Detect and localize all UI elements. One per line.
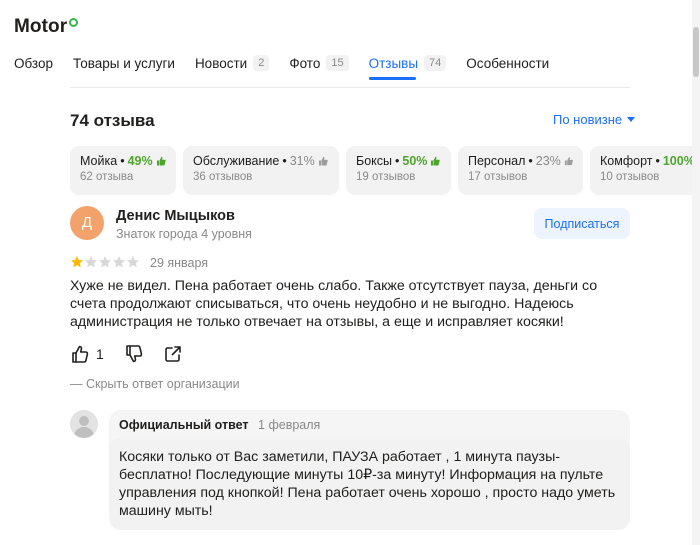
person-icon — [70, 410, 98, 438]
thumb-up-icon — [564, 157, 573, 166]
like-button[interactable]: 1 — [70, 344, 104, 364]
divider — [70, 87, 630, 88]
separator-dot: • — [528, 154, 533, 168]
aspect-name: Комфорт — [600, 154, 653, 168]
aspect-percent: 100% — [662, 154, 692, 168]
aspect-chip[interactable]: Боксы • 50% 19 отзывов — [346, 146, 451, 195]
review-text: Хуже не видел. Пена работает очень слабо… — [70, 278, 598, 330]
thumb-up-icon — [431, 156, 441, 166]
aspect-chip[interactable]: Мойка • 49% 62 отзыва — [70, 146, 176, 195]
review-date: 29 января — [150, 256, 209, 270]
review-author-name[interactable]: Денис Мыцыков — [116, 208, 235, 224]
aspects-carousel: Мойка • 49% 62 отзыва Обслуживание • 31%… — [70, 146, 692, 195]
reviews-count-title: 74 отзыва — [70, 111, 155, 130]
verified-icon — [69, 18, 79, 27]
aspect-reviews-count: 19 отзывов — [356, 171, 416, 183]
share-button[interactable] — [164, 345, 182, 363]
chevron-down-icon — [627, 117, 636, 122]
aspect-reviews-count: 10 отзывов — [600, 171, 660, 183]
tab-label: Товары и услуги — [73, 55, 175, 71]
org-title: Motor — [14, 16, 68, 37]
review-actions: 1 — [70, 344, 182, 364]
tab-count-badge: 74 — [424, 55, 447, 71]
sort-dropdown[interactable]: По новизне — [553, 112, 636, 127]
aspect-percent: 50% — [402, 154, 428, 168]
official-answer: Официальный ответ 1 февраля Косяки тольк… — [109, 410, 630, 530]
answer-text: Косяки только от Вас заметили, ПАУЗА раб… — [119, 449, 616, 519]
tab-label: Особенности — [466, 55, 550, 71]
aspect-chip[interactable]: Персонал • 23% 17 отзывов — [458, 146, 583, 195]
aspect-reviews-count: 36 отзывов — [193, 171, 253, 183]
answer-label: Официальный ответ — [119, 418, 249, 432]
aspect-percent: 49% — [127, 154, 153, 168]
tab-overview[interactable]: Обзор — [14, 56, 53, 71]
tab-count-badge: 2 — [253, 55, 270, 71]
review-author-level: Знаток города 4 уровня — [116, 227, 252, 241]
scrollbar-track[interactable] — [692, 0, 700, 545]
like-count: 1 — [96, 346, 104, 362]
tabs-bar: Обзор Товары и услуги Новости 2 Фото 15 … — [14, 54, 569, 80]
dislike-button[interactable] — [124, 344, 144, 364]
answer-bubble: Косяки только от Вас заметили, ПАУЗА раб… — [109, 438, 630, 530]
aspect-percent: 23% — [535, 154, 561, 168]
thumb-down-icon — [125, 345, 143, 363]
tab-count-badge: 15 — [326, 55, 349, 71]
aspect-name: Боксы — [356, 154, 392, 168]
tab-news[interactable]: Новости 2 — [194, 55, 270, 71]
aspect-reviews-count: 62 отзыва — [80, 171, 134, 183]
aspect-name: Персонал — [468, 154, 526, 168]
star-empty-icon — [85, 256, 97, 268]
star-filled-icon — [71, 256, 83, 268]
tab-label: Обзор — [14, 55, 53, 71]
hide-answer-link[interactable]: — Скрыть ответ организации — [70, 377, 240, 391]
separator-dot: • — [282, 154, 287, 168]
tab-reviews[interactable]: Отзывы 74 — [368, 55, 447, 80]
thumb-up-icon — [318, 156, 328, 166]
org-avatar — [70, 410, 98, 438]
page-header: Motor — [14, 16, 79, 38]
answer-header: Официальный ответ 1 февраля — [119, 418, 320, 432]
tab-label: Фото — [289, 55, 321, 71]
star-empty-icon — [99, 256, 111, 268]
subscribe-button[interactable]: Подписаться — [534, 208, 630, 239]
aspect-chip[interactable]: Комфорт • 100% 10 отзывов — [590, 146, 692, 195]
tab-products[interactable]: Товары и услуги — [73, 56, 175, 71]
thumb-up-icon — [156, 156, 166, 166]
share-icon — [164, 346, 181, 362]
aspect-name: Мойка — [80, 154, 118, 168]
tab-photos[interactable]: Фото 15 — [289, 55, 349, 71]
rating-stars — [70, 255, 140, 269]
aspect-reviews-count: 17 отзывов — [468, 171, 528, 183]
star-empty-icon — [113, 256, 125, 268]
tab-label: Новости — [194, 55, 248, 71]
thumb-up-icon — [72, 345, 89, 363]
avatar[interactable]: Д — [70, 206, 104, 240]
tab-label: Отзывы — [368, 55, 419, 71]
answer-date: 1 февраля — [258, 418, 321, 432]
tab-features[interactable]: Особенности — [466, 56, 549, 71]
sort-label: По новизне — [553, 112, 623, 127]
scrollbar-thumb[interactable] — [693, 27, 699, 77]
separator-dot: • — [395, 154, 400, 168]
separator-dot: • — [120, 154, 125, 168]
aspect-chip[interactable]: Обслуживание • 31% 36 отзывов — [183, 146, 339, 195]
separator-dot: • — [655, 154, 660, 168]
aspect-percent: 31% — [289, 154, 315, 168]
star-empty-icon — [127, 256, 139, 268]
aspect-name: Обслуживание — [193, 154, 280, 168]
